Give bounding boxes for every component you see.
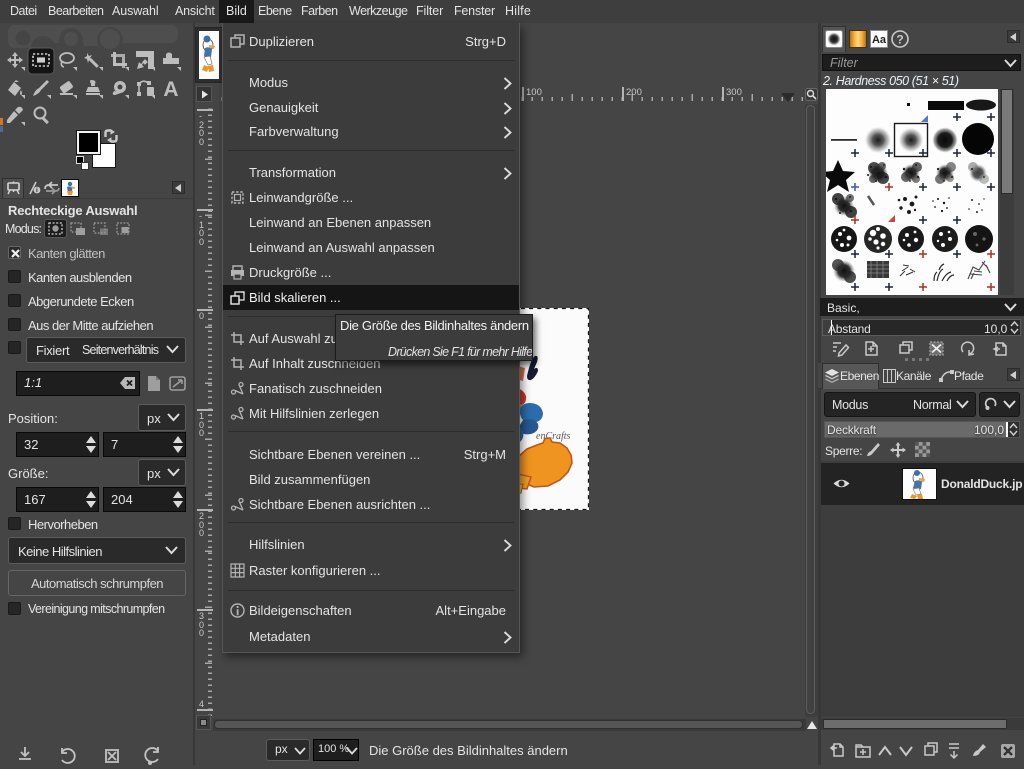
svg-text:enCrafts: enCrafts	[536, 431, 571, 442]
svg-text:?: ?	[896, 33, 903, 47]
svg-text:Aa: Aa	[872, 34, 887, 46]
svg-text:A: A	[163, 78, 178, 101]
svg-text:i: i	[36, 187, 38, 194]
